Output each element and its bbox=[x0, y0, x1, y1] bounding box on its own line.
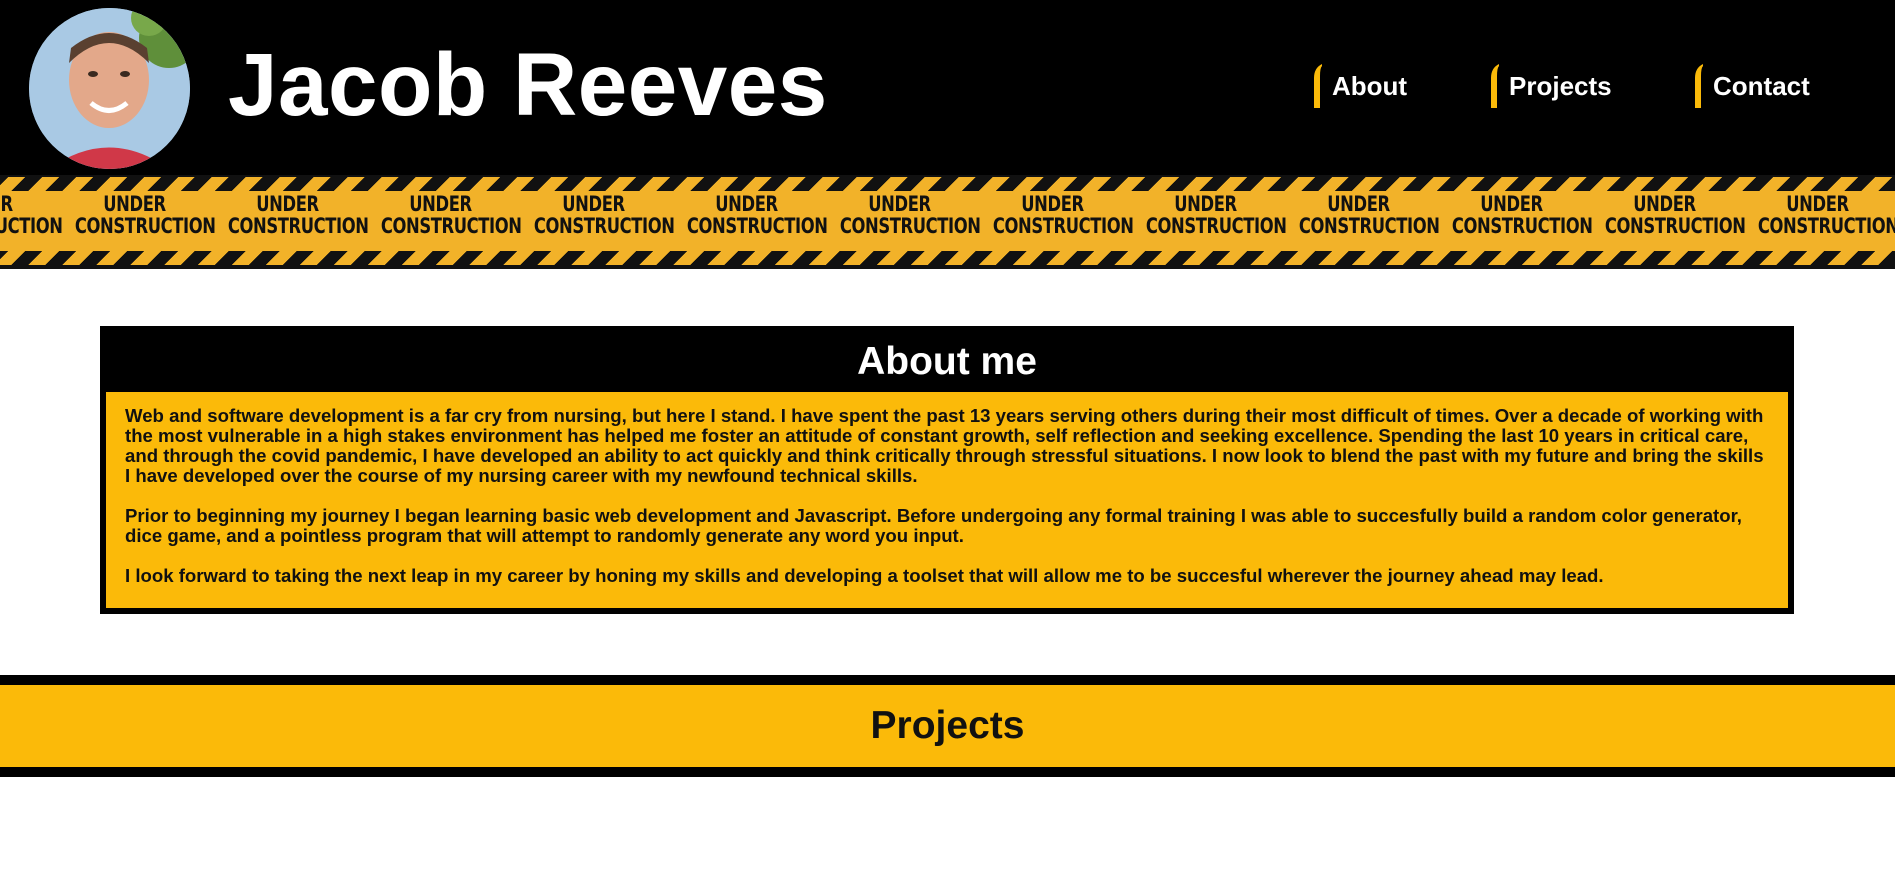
banner-word: UNDERCONSTRUCTION bbox=[533, 192, 675, 238]
banner-text-row: UNDERCONSTRUCTION UNDERCONSTRUCTION UNDE… bbox=[0, 193, 1895, 237]
about-title: About me bbox=[857, 340, 1037, 383]
hazard-stripe bbox=[0, 251, 1895, 265]
site-title: Jacob Reeves bbox=[228, 34, 828, 134]
banner-word: UNDERCONSTRUCTION bbox=[1145, 192, 1287, 238]
nav-link-about[interactable]: About bbox=[1314, 64, 1491, 108]
about-paragraph: I look forward to taking the next leap i… bbox=[125, 565, 1604, 586]
nav-label: Projects bbox=[1509, 71, 1612, 101]
main-nav: About Projects Contact bbox=[1314, 64, 1810, 108]
nav-label: Contact bbox=[1713, 71, 1810, 101]
about-paragraph: Prior to beginning my journey I began le… bbox=[125, 505, 1742, 546]
nav-bracket-icon bbox=[1314, 64, 1322, 108]
banner-word: UNDERCONSTRUCTION bbox=[1604, 192, 1746, 238]
nav-bracket-icon bbox=[1491, 64, 1499, 108]
banner-word: UNDERCONSTRUCTION bbox=[227, 192, 369, 238]
banner-word: UNDERCONSTRUCTION bbox=[74, 192, 216, 238]
projects-title: Projects bbox=[870, 704, 1025, 747]
nav-link-contact[interactable]: Contact bbox=[1695, 64, 1810, 108]
banner-word: UNDERCONSTRUCTION bbox=[1298, 192, 1440, 238]
about-paragraph: Web and software development is a far cr… bbox=[125, 405, 1764, 486]
banner-word: UNDERCONSTRUCTION bbox=[1451, 192, 1593, 238]
site-header: Jacob Reeves About Projects Contact bbox=[0, 0, 1895, 175]
nav-link-projects[interactable]: Projects bbox=[1491, 64, 1695, 108]
banner-word: UNDERCONSTRUCTION bbox=[686, 192, 828, 238]
hazard-stripe bbox=[0, 177, 1895, 191]
nav-label: About bbox=[1332, 71, 1408, 101]
banner-word: UNDERCONSTRUCTION bbox=[839, 192, 981, 238]
banner-word: UNDERCONSTRUCTION bbox=[0, 192, 63, 238]
about-section: About me Web and software development is… bbox=[100, 326, 1794, 614]
banner-word: UNDERCONSTRUCTION bbox=[1757, 192, 1895, 238]
nav-bracket-icon bbox=[1695, 64, 1703, 108]
avatar bbox=[29, 8, 190, 169]
under-construction-banner: UNDERCONSTRUCTION UNDERCONSTRUCTION UNDE… bbox=[0, 175, 1895, 269]
projects-section: Projects bbox=[0, 675, 1895, 777]
about-body: Web and software development is a far cr… bbox=[106, 392, 1788, 608]
banner-word: UNDERCONSTRUCTION bbox=[380, 192, 522, 238]
banner-word: UNDERCONSTRUCTION bbox=[992, 192, 1134, 238]
profile-photo-icon bbox=[29, 8, 190, 169]
